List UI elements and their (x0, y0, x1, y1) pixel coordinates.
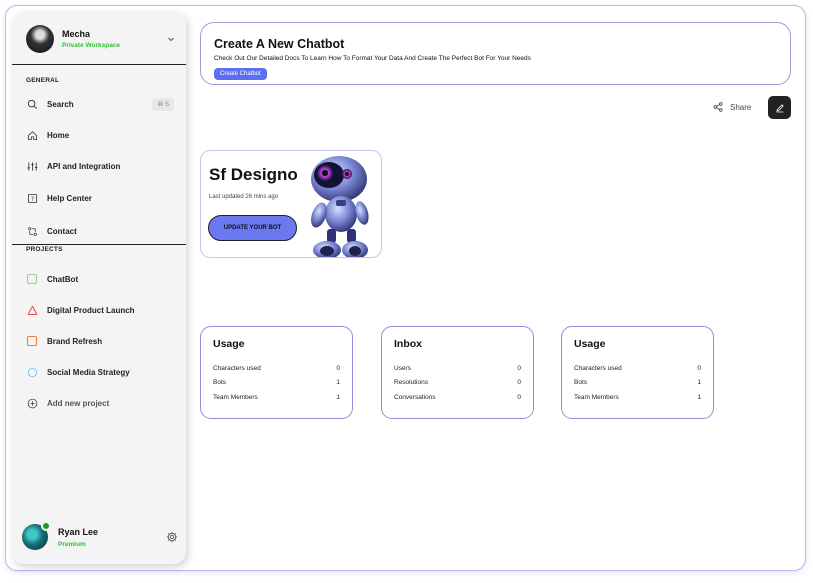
stat-label: Team Members (213, 393, 258, 401)
stat-row: Conversations 0 (394, 390, 521, 405)
sidebar-item-contact[interactable]: Contact (26, 222, 174, 240)
update-bot-button[interactable]: UPDATE YOUR BOT (208, 215, 297, 241)
stat-row: Characters used 0 (213, 361, 340, 376)
sidebar-item-home[interactable]: Home (26, 126, 174, 144)
divider (12, 64, 186, 65)
project-label: Digital Product Launch (47, 305, 135, 315)
sidebar-item-label: Help Center (47, 193, 92, 203)
create-chatbot-banner: Create A New Chatbot Check Out Our Detai… (200, 22, 791, 85)
help-icon: ? (26, 192, 38, 204)
search-shortcut: ⌘ S (152, 97, 174, 111)
card-title: Usage (574, 338, 606, 350)
user-profile[interactable]: Ryan Lee Premium (22, 520, 178, 554)
sidebar-item-label: Contact (47, 226, 77, 236)
sidebar-item-help-center[interactable]: ? Help Center (26, 189, 174, 207)
stat-row: Characters used 0 (574, 361, 701, 376)
project-item-chatbot[interactable]: ChatBot (26, 270, 174, 288)
stat-label: Resolutions (394, 379, 428, 387)
stat-label: Users (394, 364, 411, 372)
sidebar-item-label: Search (47, 99, 74, 109)
avatar (22, 521, 51, 550)
sidebar: Mecha Private Workspace GENERAL Search ⌘… (12, 12, 186, 564)
project-square-icon (26, 335, 38, 347)
project-item-social-media-strategy[interactable]: Social Media Strategy (26, 363, 174, 381)
stat-value: 0 (517, 379, 521, 387)
stat-row: Bots 1 (213, 376, 340, 391)
sidebar-item-label: API and Integration (47, 161, 121, 171)
section-label-projects: PROJECTS (26, 246, 63, 253)
banner-description: Check Out Our Detailed Docs To Learn How… (214, 55, 531, 62)
workspace-avatar (26, 25, 54, 53)
workspace-subtitle: Private Workspace (62, 42, 121, 49)
stat-value: 1 (336, 393, 340, 401)
share-icon (713, 102, 723, 112)
inbox-card: Inbox Users 0 Resolutions 0 Conversations 0 (381, 326, 534, 419)
user-plan: Premium (58, 540, 86, 548)
project-item-brand-refresh[interactable]: Brand Refresh (26, 332, 174, 350)
stat-row: Users 0 (394, 361, 521, 376)
add-project-button[interactable]: Add new project (26, 394, 174, 412)
bot-card[interactable]: Sf Designo Last updated 26 mins ago UPDA… (200, 150, 382, 258)
usage-card: Usage Characters used 0 Bots 1 Team Member… (200, 326, 353, 419)
section-label-general: GENERAL (26, 77, 60, 84)
home-icon (26, 129, 38, 141)
workspace-switcher[interactable]: Mecha Private Workspace (26, 24, 176, 54)
gear-icon[interactable] (166, 531, 178, 543)
project-circle-icon (26, 366, 38, 378)
project-triangle-icon (26, 304, 38, 316)
sidebar-item-search[interactable]: Search ⌘ S (26, 95, 174, 113)
stat-value: 1 (697, 379, 701, 387)
banner-title: Create A New Chatbot (214, 37, 345, 51)
stat-label: Team Members (574, 393, 619, 401)
stat-row: Team Members 1 (213, 390, 340, 405)
online-status-dot (41, 521, 51, 531)
workspace-name: Mecha (62, 29, 91, 39)
project-label: Social Media Strategy (47, 367, 130, 377)
stat-label: Bots (574, 379, 588, 387)
add-project-label: Add new project (47, 398, 110, 408)
stat-row: Bots 1 (574, 376, 701, 391)
project-label: Brand Refresh (47, 336, 103, 346)
plus-circle-icon (26, 397, 38, 409)
chevron-down-icon[interactable] (166, 34, 176, 44)
card-title: Usage (213, 338, 245, 350)
bot-last-updated: Last updated 26 mins ago (209, 194, 279, 200)
card-title: Inbox (394, 338, 422, 350)
stat-value: 0 (336, 364, 340, 372)
stat-value: 0 (517, 393, 521, 401)
search-icon (26, 98, 38, 110)
stat-label: Bots (213, 379, 227, 387)
sidebar-item-api[interactable]: API and Integration (26, 157, 174, 175)
user-name: Ryan Lee (58, 526, 99, 537)
create-chatbot-button[interactable]: Create Chatbot (214, 68, 267, 80)
edit-button[interactable] (768, 96, 791, 119)
usage-card: Usage Characters used 0 Bots 1 Team Member… (561, 326, 714, 419)
stat-label: Characters used (574, 364, 622, 372)
contact-icon (26, 225, 38, 237)
bot-name: Sf Designo (209, 165, 298, 184)
project-square-icon (26, 273, 38, 285)
sliders-icon (26, 160, 38, 172)
share-button[interactable]: Share (713, 100, 751, 114)
robot-illustration (311, 156, 369, 257)
stat-row: Team Members 1 (574, 390, 701, 405)
project-label: ChatBot (47, 274, 79, 284)
share-label: Share (730, 102, 752, 112)
sidebar-item-label: Home (47, 130, 70, 140)
stat-row: Resolutions 0 (394, 376, 521, 391)
stat-value: 0 (517, 364, 521, 372)
pencil-icon (775, 103, 784, 112)
stat-value: 1 (336, 379, 340, 387)
divider (12, 244, 186, 245)
stat-label: Characters used (213, 364, 261, 372)
svg-text:?: ? (30, 195, 33, 202)
stat-label: Conversations (394, 393, 436, 401)
stat-value: 0 (697, 364, 701, 372)
project-item-digital-product-launch[interactable]: Digital Product Launch (26, 301, 174, 319)
stat-value: 1 (697, 393, 701, 401)
